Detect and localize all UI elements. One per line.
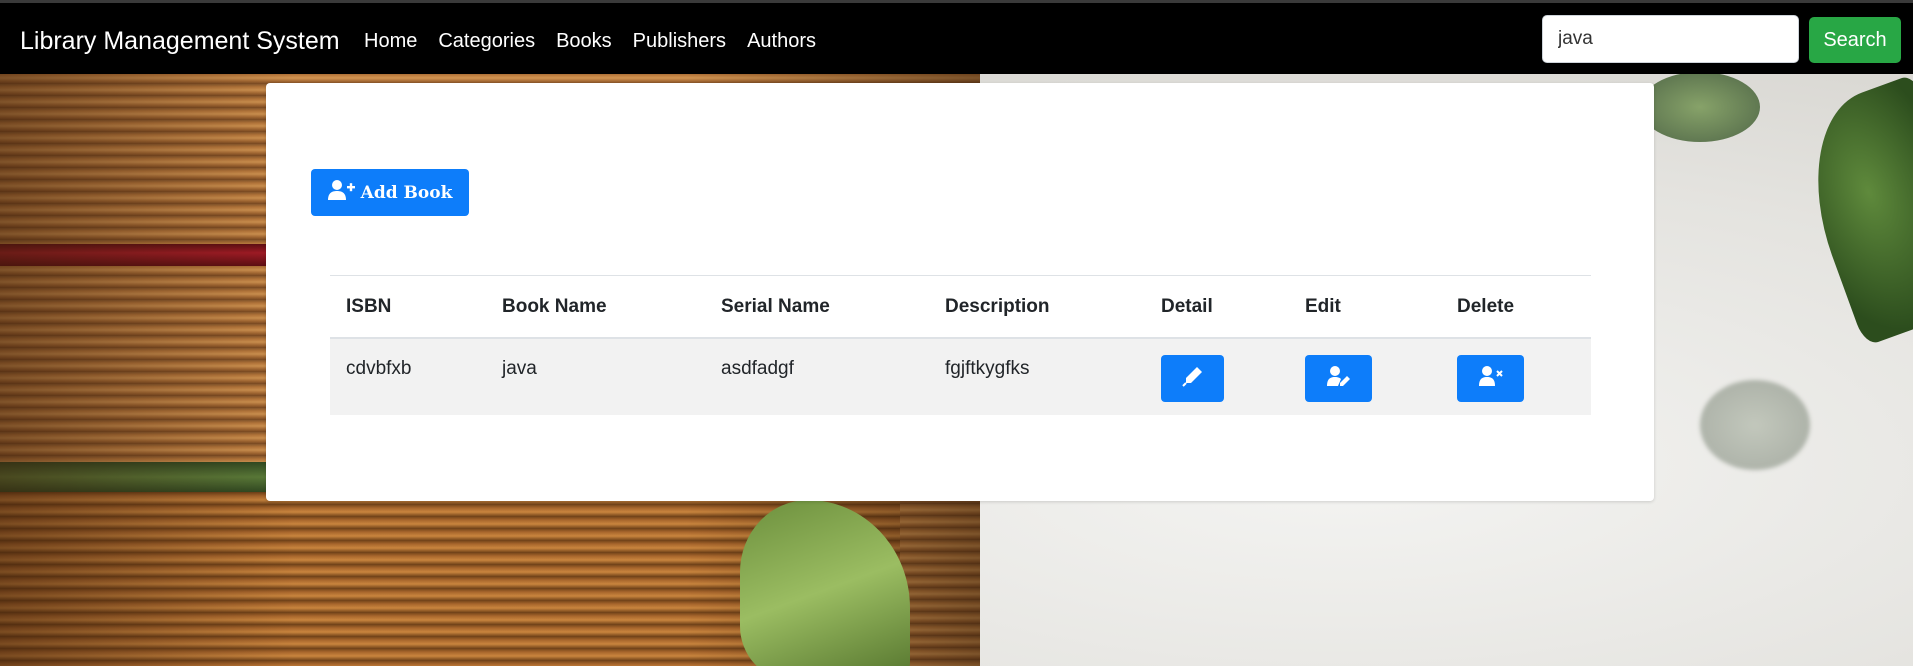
- nav-link-home[interactable]: Home: [364, 30, 417, 53]
- detail-button[interactable]: [1161, 355, 1224, 402]
- nav-link-categories[interactable]: Categories: [438, 30, 535, 53]
- nav-link-authors[interactable]: Authors: [747, 30, 816, 53]
- header-delete: Delete: [1441, 275, 1591, 339]
- nav-link-publishers[interactable]: Publishers: [633, 30, 726, 53]
- header-description: Description: [929, 275, 1145, 339]
- serial-name-value: asdfadgf: [721, 358, 794, 379]
- search-input[interactable]: [1542, 15, 1799, 63]
- user-plus-icon: [327, 179, 355, 206]
- top-navbar: Library Management System Home Categorie…: [0, 0, 1913, 74]
- user-remove-icon: [1478, 365, 1503, 393]
- books-card: Add Book ISBN Book Name Serial Name Desc…: [266, 83, 1654, 501]
- cell-edit: [1289, 338, 1441, 415]
- nav-links: Home Categories Books Publishers Authors: [364, 30, 816, 53]
- cell-serial-name: asdfadgf: [705, 338, 929, 415]
- header-serial-name: Serial Name: [705, 275, 929, 339]
- cell-delete: [1441, 338, 1591, 415]
- nav-link-books[interactable]: Books: [556, 30, 612, 53]
- books-table: ISBN Book Name Serial Name Description D…: [330, 275, 1591, 415]
- header-isbn: ISBN: [330, 275, 486, 339]
- table-row: cdvbfxb java asdfadgf fgjftkygfks: [330, 338, 1591, 415]
- search-button[interactable]: Search: [1809, 17, 1901, 63]
- pen-icon: [1181, 365, 1205, 393]
- cell-description: fgjftkygfks: [929, 338, 1145, 415]
- delete-button[interactable]: [1457, 355, 1524, 402]
- book-name-value: java: [502, 358, 537, 379]
- description-value: fgjftkygfks: [945, 358, 1030, 379]
- table-header-row: ISBN Book Name Serial Name Description D…: [330, 275, 1591, 339]
- user-edit-icon: [1326, 365, 1351, 393]
- add-book-label: Add Book: [360, 182, 453, 203]
- brand-title[interactable]: Library Management System: [20, 27, 340, 56]
- header-book-name: Book Name: [486, 275, 705, 339]
- isbn-value: cdvbfxb: [346, 358, 412, 379]
- header-detail: Detail: [1145, 275, 1289, 339]
- cell-isbn: cdvbfxb: [330, 338, 486, 415]
- edit-button[interactable]: [1305, 355, 1372, 402]
- cell-book-name: java: [486, 338, 705, 415]
- add-book-button[interactable]: Add Book: [311, 169, 469, 216]
- cell-detail: [1145, 338, 1289, 415]
- header-edit: Edit: [1289, 275, 1441, 339]
